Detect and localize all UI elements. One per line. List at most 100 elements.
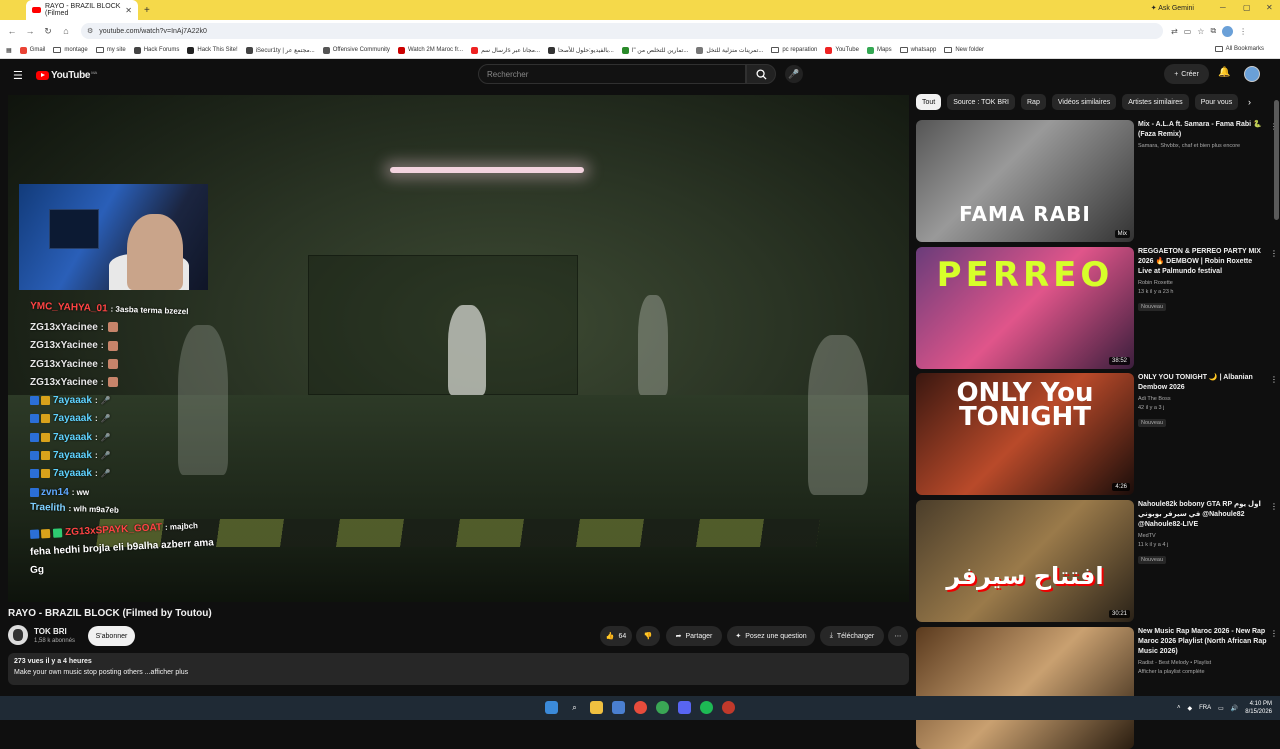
search-taskbar-icon[interactable]: ⌕: [568, 701, 581, 714]
home-icon[interactable]: ⌂: [57, 26, 75, 36]
recommended-video[interactable]: New Music Rap Maroc 2026 - New Rap Maroc…: [916, 627, 1278, 749]
store-icon[interactable]: [612, 701, 625, 714]
minimize-icon[interactable]: ─: [1220, 3, 1226, 12]
video-title[interactable]: ONLY YOU TONIGHT 🌙 | Albanian Dembow 202…: [1138, 373, 1268, 393]
recommended-video[interactable]: FAMA RABI Mix Mix - A.L.A ft. Samara - Fam…: [916, 120, 1278, 242]
chevron-right-icon[interactable]: ›: [1248, 97, 1251, 107]
bookmark-item[interactable]: whatsapp: [899, 47, 936, 53]
bookmark-item[interactable]: Offensive Community: [322, 46, 390, 54]
video-title[interactable]: Mix - A.L.A ft. Samara - Fama Rabi 🐍 (Fa…: [1138, 120, 1268, 140]
discord-icon[interactable]: [678, 701, 691, 714]
tray-app-icon[interactable]: ◆: [1188, 705, 1193, 712]
video-channel[interactable]: Adi The Boss: [1138, 396, 1268, 402]
video-player[interactable]: YMC_YAHYA_01: 3asba terma bzezel ZG13xYac…: [8, 95, 909, 602]
video-channel[interactable]: Robin Roxette: [1138, 280, 1268, 286]
cast-icon[interactable]: ▭: [1184, 27, 1192, 36]
bookmark-item[interactable]: بالفيديو:حلول للأصحا...: [548, 46, 614, 54]
filter-chip[interactable]: Tout: [916, 94, 942, 110]
like-button[interactable]: 👍 64: [600, 626, 632, 646]
video-channel[interactable]: Radist - Best Melody • Playlist: [1138, 660, 1268, 666]
video-thumbnail[interactable]: افتتاح سيرفر 30:21: [916, 500, 1134, 622]
filter-chip[interactable]: Source : TOK BRI: [947, 94, 1015, 110]
video-title[interactable]: Nahoule82k bobony GTA RP اول يوم في سيرف…: [1138, 500, 1268, 530]
bookmark-item[interactable]: YouTube: [825, 46, 859, 54]
filter-chip[interactable]: Artistes similaires: [1122, 94, 1189, 110]
search-button[interactable]: [746, 64, 776, 84]
video-channel[interactable]: Samara, Shvbbx, chaf et bien plus encore: [1138, 143, 1268, 149]
account-avatar[interactable]: [1244, 66, 1260, 82]
share-button[interactable]: ➦ Partager: [666, 626, 722, 646]
clock[interactable]: 4:10 PM 8/15/2026: [1245, 700, 1272, 716]
recommended-video[interactable]: ONLY You TONIGHT 4:26 ONLY YOU TONIGHT 🌙 |…: [916, 373, 1278, 495]
bookmark-item[interactable]: Hack This Site!: [187, 46, 238, 54]
reload-icon[interactable]: ↻: [39, 26, 57, 37]
more-options-icon[interactable]: ⋮: [1270, 375, 1278, 384]
menu-icon[interactable]: ⋮: [1239, 27, 1247, 36]
start-windows-icon[interactable]: [545, 701, 558, 714]
more-options-icon[interactable]: ⋮: [1270, 249, 1278, 258]
bookmark-item[interactable]: montage: [53, 47, 88, 53]
video-thumbnail[interactable]: PERREO 38:52: [916, 247, 1134, 369]
youtube-logo[interactable]: YouTube MA: [36, 70, 97, 81]
more-options-icon[interactable]: ⋮: [1270, 502, 1278, 511]
close-tab-icon[interactable]: ✕: [125, 6, 132, 15]
forward-icon[interactable]: →: [21, 26, 39, 36]
spotify-icon[interactable]: [700, 701, 713, 714]
network-icon[interactable]: ▭: [1218, 705, 1224, 712]
browser-tab[interactable]: RAYO - BRAZIL BLOCK (Filmed ✕: [26, 0, 138, 20]
recommended-video[interactable]: PERREO 38:52 REGGAETON & PERREO PARTY MIX …: [916, 247, 1278, 369]
subscribe-button[interactable]: S'abonner: [88, 626, 135, 646]
create-button[interactable]: + Créer: [1164, 64, 1209, 84]
site-info-icon[interactable]: ⚙: [87, 27, 93, 35]
bookmark-item[interactable]: my site: [95, 47, 126, 53]
browser-profile-avatar[interactable]: [1222, 25, 1234, 37]
bookmark-item[interactable]: Maps: [866, 46, 892, 54]
ask-question-button[interactable]: ✦ Posez une question: [727, 626, 815, 646]
dislike-button[interactable]: 👎: [636, 626, 660, 646]
video-title[interactable]: New Music Rap Maroc 2026 - New Rap Maroc…: [1138, 627, 1268, 657]
more-options-icon[interactable]: ⋮: [1270, 629, 1278, 638]
more-actions-button[interactable]: ⋯: [888, 626, 908, 646]
close-window-icon[interactable]: ✕: [1266, 3, 1273, 12]
extensions-icon[interactable]: ⧉: [1210, 26, 1216, 36]
all-bookmarks-button[interactable]: All Bookmarks: [1214, 46, 1264, 52]
channel-avatar[interactable]: [8, 625, 28, 645]
file-explorer-icon[interactable]: [590, 701, 603, 714]
notifications-bell-icon[interactable]: 🔔: [1218, 67, 1230, 78]
download-button[interactable]: ⤓ Télécharger: [820, 626, 884, 646]
translate-icon[interactable]: ⇄: [1171, 27, 1178, 36]
bookmark-item[interactable]: Gmail: [19, 46, 45, 54]
chrome-alt-icon[interactable]: [656, 701, 669, 714]
channel-name[interactable]: TOK BRI: [34, 627, 67, 636]
filter-chip[interactable]: Pour vous: [1194, 94, 1239, 110]
bookmark-item[interactable]: تمارين للتخلص من "ا...: [621, 46, 688, 54]
chrome-icon[interactable]: [634, 701, 647, 714]
voice-search-button[interactable]: 🎤: [785, 65, 803, 83]
apps-icon[interactable]: ▦: [6, 47, 12, 54]
tray-chevron-icon[interactable]: ˄: [1177, 705, 1181, 711]
back-icon[interactable]: ←: [3, 26, 21, 36]
filter-chip[interactable]: Vidéos similaires: [1051, 94, 1117, 110]
scrollbar[interactable]: [1274, 100, 1279, 220]
bookmark-item[interactable]: Hack Forums: [133, 46, 179, 54]
video-thumbnail[interactable]: FAMA RABI Mix: [916, 120, 1134, 242]
bookmark-star-icon[interactable]: ☆: [1197, 27, 1204, 36]
filter-chip[interactable]: Rap: [1021, 94, 1046, 110]
language-indicator[interactable]: FRA: [1199, 705, 1211, 711]
address-bar[interactable]: ⚙ youtube.com/watch?v=InAj7A22k0: [81, 23, 1163, 39]
new-tab-icon[interactable]: +: [144, 5, 150, 16]
video-title[interactable]: REGGAETON & PERREO PARTY MIX 2026 🔥 DEMB…: [1138, 247, 1268, 277]
recommended-video[interactable]: افتتاح سيرفر 30:21 Nahoule82k bobony GTA R…: [916, 500, 1278, 622]
search-input[interactable]: Rechercher: [478, 64, 746, 84]
bookmark-item[interactable]: New folder: [944, 47, 984, 53]
bookmark-item[interactable]: Watch 2M Maroc fr...: [397, 46, 463, 54]
ask-gemini-button[interactable]: ✦ Ask Gemini: [1151, 4, 1194, 12]
bookmark-item[interactable]: iSecur1ty | مجتمع عر...: [245, 46, 315, 54]
bookmark-item[interactable]: تمرينات منزلية للتخل...: [696, 46, 763, 54]
video-channel[interactable]: MedTV: [1138, 533, 1268, 539]
video-thumbnail[interactable]: ONLY You TONIGHT 4:26: [916, 373, 1134, 495]
volume-icon[interactable]: 🔊: [1231, 705, 1238, 712]
maximize-icon[interactable]: ▢: [1243, 3, 1251, 12]
bookmark-item[interactable]: ارسال سمs مجانا عبر...: [471, 46, 540, 54]
description-box[interactable]: 273 vues il y a 4 heures Make your own m…: [8, 653, 909, 685]
